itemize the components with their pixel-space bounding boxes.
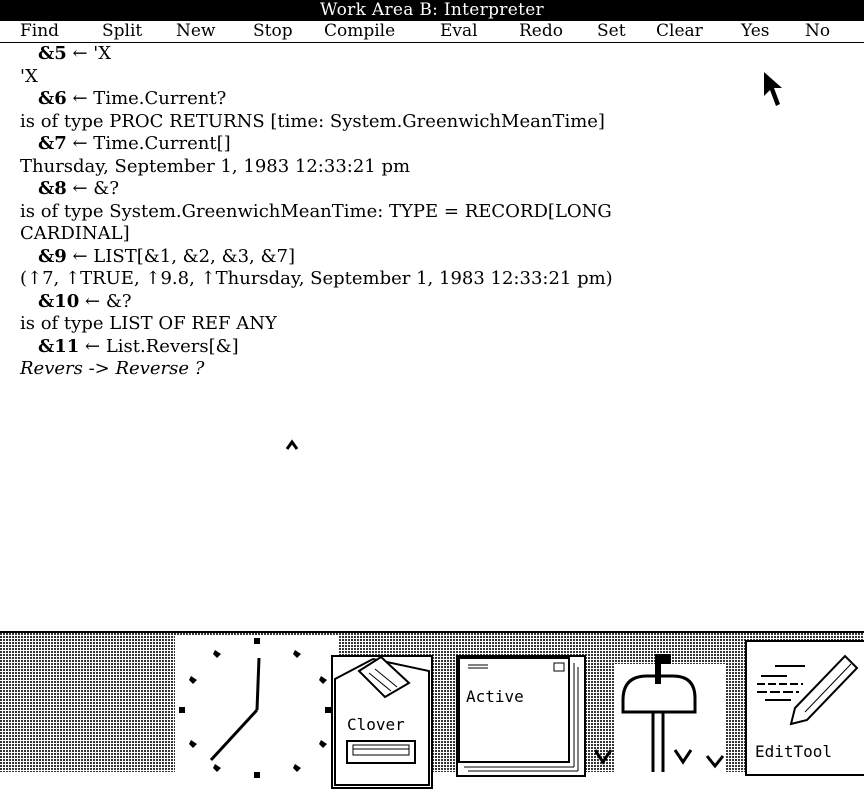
- window-title: Work Area B: Interpreter: [0, 0, 864, 21]
- line-text: ← Time.Current?: [66, 88, 227, 109]
- menu-split[interactable]: Split: [102, 21, 142, 42]
- command-line: &5 ← 'X: [38, 43, 111, 65]
- output-line: Thursday, September 1, 1983 12:33:21 pm: [20, 156, 410, 178]
- menu-no[interactable]: No: [805, 21, 830, 42]
- command-prompt-number: &7: [38, 133, 67, 154]
- line-text: ← List.Revers[&]: [79, 335, 239, 357]
- line-text: is of type System.GreenwichMeanTime: TYP…: [20, 200, 612, 222]
- output-line: is of type System.GreenwichMeanTime: TYP…: [20, 201, 612, 223]
- menu-new[interactable]: New: [176, 21, 216, 42]
- output-line: 'X: [20, 66, 38, 88]
- command-prompt-number: &8: [38, 178, 67, 199]
- command-line: &7 ← Time.Current[]: [38, 133, 231, 155]
- line-text: CARDINAL]: [20, 223, 130, 244]
- command-line: &9 ← LIST[&1, &2, &3, &7]: [38, 246, 295, 268]
- correction-prompt: Revers -> Reverse ?: [20, 358, 204, 380]
- line-text: ← Time.Current[]: [66, 133, 231, 154]
- output-line: is of type PROC RETURNS [time: System.Gr…: [20, 111, 605, 133]
- line-text: Thursday, September 1, 1983 12:33:21 pm: [20, 155, 411, 177]
- mailbox-icon[interactable]: [595, 650, 745, 772]
- menu-find[interactable]: Find: [20, 21, 59, 42]
- command-line: &11 ← List.Revers[&]: [38, 336, 239, 358]
- menu-eval[interactable]: Eval: [440, 21, 478, 42]
- output-line: is of type LIST OF REF ANY: [20, 313, 277, 335]
- insertion-caret-icon: [285, 439, 299, 450]
- line-text: Revers -> Reverse ?: [20, 358, 205, 379]
- menu-clear[interactable]: Clear: [656, 21, 703, 42]
- command-line: &8 ← &?: [38, 178, 119, 200]
- clover-label: Clover: [347, 715, 405, 734]
- menu-stop[interactable]: Stop: [253, 21, 293, 42]
- line-text: is of type PROC RETURNS [time: System.Gr…: [20, 110, 605, 132]
- interpreter-typescript[interactable]: &5 ← 'X 'X &6 ← Time.Current? is of type PR…: [0, 43, 864, 631]
- mouse-pointer-icon: [764, 72, 782, 106]
- command-prompt-number: &9: [38, 245, 67, 267]
- menu-yes[interactable]: Yes: [741, 21, 770, 42]
- output-line: CARDINAL]: [20, 223, 130, 245]
- line-text: ← LIST[&1, &2, &3, &7]: [66, 245, 295, 267]
- edittool-label: EditTool: [755, 742, 833, 761]
- clock-icon[interactable]: [175, 636, 339, 786]
- menu-set[interactable]: Set: [597, 21, 626, 42]
- command-line: &6 ← Time.Current?: [38, 88, 226, 110]
- output-line: (↑7, ↑TRUE, ↑9.8, ↑Thursday, September 1…: [20, 268, 613, 290]
- clover-icon[interactable]: Clover: [331, 655, 433, 789]
- menu-bar: Find Split New Stop Compile Eval Redo Se…: [0, 21, 864, 43]
- menu-compile[interactable]: Compile: [324, 21, 395, 42]
- active-folder-icon: [458, 657, 579, 772]
- command-prompt-number: &10: [38, 290, 80, 312]
- line-text: 'X: [20, 65, 38, 87]
- line-text: is of type LIST OF REF ANY: [20, 313, 277, 334]
- command-prompt-number: &11: [38, 335, 80, 357]
- active-folder[interactable]: Active: [456, 655, 586, 777]
- command-prompt-number: &5: [38, 43, 67, 64]
- line-text: ← &?: [79, 290, 132, 312]
- active-label: Active: [466, 687, 524, 706]
- line-text: ← &?: [66, 178, 119, 199]
- line-text: ← 'X: [66, 43, 112, 64]
- menu-redo[interactable]: Redo: [519, 21, 563, 42]
- command-line: &10 ← &?: [38, 291, 132, 313]
- edittool-icon[interactable]: EditTool: [745, 640, 864, 776]
- line-text: (↑7, ↑TRUE, ↑9.8, ↑Thursday, September 1…: [20, 268, 613, 289]
- command-prompt-number: &6: [38, 88, 67, 109]
